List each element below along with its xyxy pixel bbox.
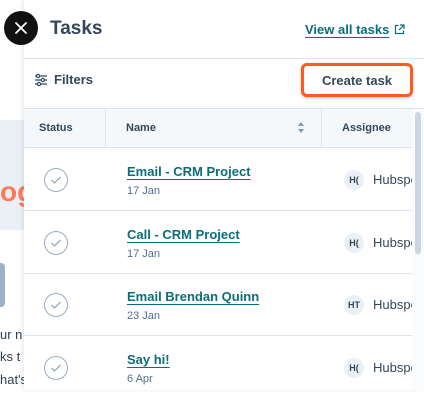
background-text-line: ur n <box>0 327 23 342</box>
checkmark-icon <box>51 301 61 309</box>
table-row: Email - CRM Project 17 Jan H( Hubspot <box>24 148 414 211</box>
filters-label: Filters <box>54 72 94 87</box>
background-button <box>0 263 5 307</box>
checkmark-icon <box>51 364 61 372</box>
scrollbar-thumb[interactable] <box>415 112 421 254</box>
assignee-name: Hubspot <box>373 360 414 375</box>
avatar: HT <box>344 295 364 315</box>
column-header-name-label: Name <box>126 122 156 134</box>
avatar: H( <box>344 233 364 253</box>
complete-task-checkbox[interactable] <box>44 293 68 317</box>
background-heading: og <box>0 176 24 207</box>
column-header-name[interactable]: Name <box>106 109 322 147</box>
sort-icon[interactable] <box>297 121 305 134</box>
task-name-link[interactable]: Email Brendan Quinn <box>127 289 259 304</box>
panel-title: Tasks <box>50 18 103 39</box>
tasks-panel: Tasks View all tasks Filters Create task… <box>24 0 424 390</box>
assignee-name: Hubspot <box>373 297 414 312</box>
view-all-tasks-label: View all tasks <box>305 22 390 37</box>
task-due-date: 17 Jan <box>127 248 161 260</box>
create-task-button[interactable]: Create task <box>301 63 413 97</box>
complete-task-checkbox[interactable] <box>44 231 68 255</box>
column-header-assignee[interactable]: Assignee <box>322 109 412 147</box>
filter-sliders-icon <box>35 73 47 86</box>
complete-task-checkbox[interactable] <box>44 356 68 380</box>
assignee-name: Hubspot <box>373 172 414 187</box>
close-button[interactable] <box>4 11 38 45</box>
table-row: Email Brendan Quinn 23 Jan HT Hubspot <box>24 273 414 336</box>
complete-task-checkbox[interactable] <box>44 168 68 192</box>
task-due-date: 6 Apr <box>127 373 153 385</box>
task-name-link[interactable]: Say hi! <box>127 352 170 367</box>
external-link-icon <box>395 24 405 35</box>
table-row: Call - CRM Project 17 Jan H( Hubspot <box>24 211 414 274</box>
assignee-name: Hubspot <box>373 235 414 250</box>
task-due-date: 23 Jan <box>127 310 161 322</box>
checkmark-icon <box>51 176 61 184</box>
table-row: Say hi! 6 Apr H( Hubspot <box>24 336 414 398</box>
column-header-status[interactable]: Status <box>24 109 106 147</box>
task-name-link[interactable]: Email - CRM Project <box>127 164 251 179</box>
filters-button[interactable]: Filters <box>34 72 93 87</box>
background-page: og ur n ks t hat's <box>0 0 24 390</box>
avatar: H( <box>344 170 364 190</box>
checkmark-icon <box>51 239 61 247</box>
background-text-line: ks t <box>0 349 21 364</box>
panel-header: Tasks View all tasks <box>24 0 424 59</box>
task-name-link[interactable]: Call - CRM Project <box>127 227 240 242</box>
toolbar: Filters Create task <box>24 58 424 109</box>
view-all-tasks-link[interactable]: View all tasks <box>305 22 405 37</box>
background-banner <box>0 120 24 230</box>
avatar: H( <box>344 358 364 378</box>
table-header: Status Name Assignee <box>24 109 424 148</box>
close-icon <box>15 22 27 34</box>
task-due-date: 17 Jan <box>127 185 161 197</box>
background-text-line: hat's <box>0 372 24 387</box>
